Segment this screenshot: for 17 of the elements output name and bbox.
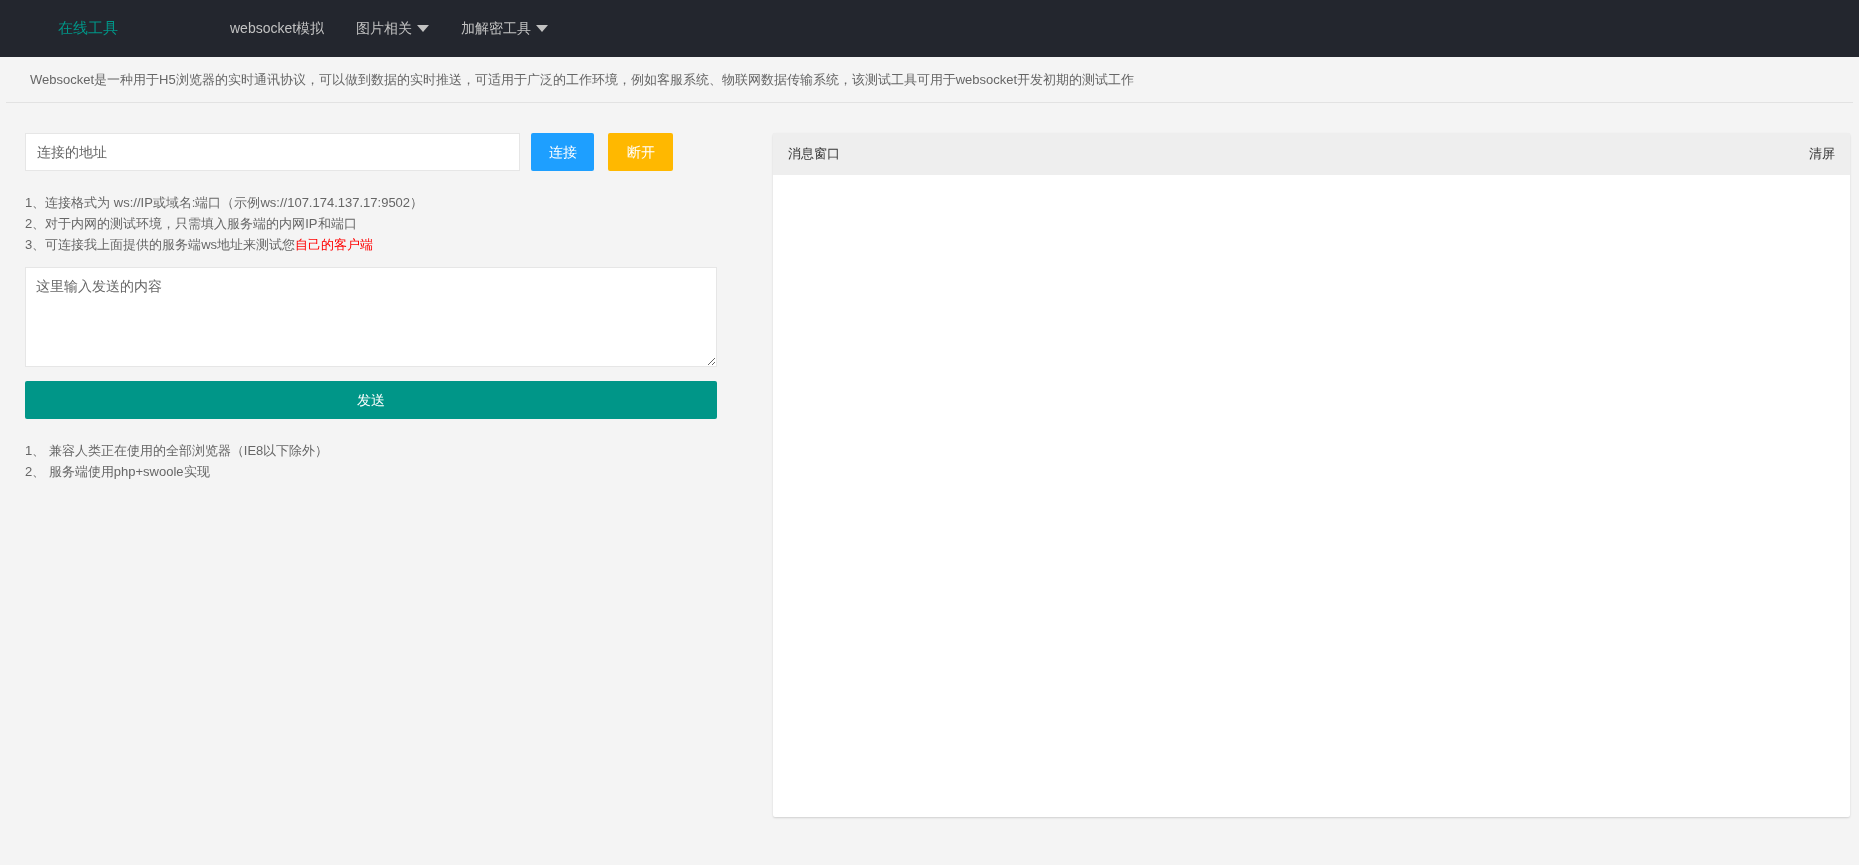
site-logo[interactable]: 在线工具 — [58, 17, 230, 40]
hint-text: 2、对于内网的测试环境，只需填入服务端的内网IP和端口 — [25, 215, 358, 233]
hint-text: 3、可连接我上面提供的服务端ws地址来测试您自己的客户端 — [25, 236, 375, 254]
note-text: 2、 服务端使用php+swoole实现 — [25, 463, 211, 481]
note-text: 1、 兼容人类正在使用的全部浏览器（IE8以下除外） — [25, 442, 330, 460]
address-field[interactable]: 连接的地址 — [25, 133, 520, 171]
message-field[interactable]: 这里输入发送的内容 — [25, 267, 717, 367]
nav-item[interactable]: 图片相关 — [356, 18, 430, 39]
nav-item[interactable]: 加解密工具 — [461, 18, 549, 39]
clear-screen-link[interactable]: 清屏 — [1809, 144, 1835, 164]
send-button[interactable]: 发送 — [25, 381, 717, 419]
caret-icon — [536, 25, 549, 32]
intro-text: Websocket是一种用于H5浏览器的实时通讯协议，可以做到数据的实时推送，可适用于广泛的工作环境，例如客服系统、物联网数据传输系统，该测试工具可用于websocket开发初期的测试工作 — [30, 70, 1135, 89]
hint-text: 1、连接格式为 ws://IP或域名:端口（示例ws://107.174.137.17:9502） — [25, 194, 425, 212]
caret-icon — [417, 25, 430, 32]
window-title: 消息窗口 — [788, 145, 840, 164]
nav-item[interactable]: websocket模拟 — [230, 18, 325, 39]
